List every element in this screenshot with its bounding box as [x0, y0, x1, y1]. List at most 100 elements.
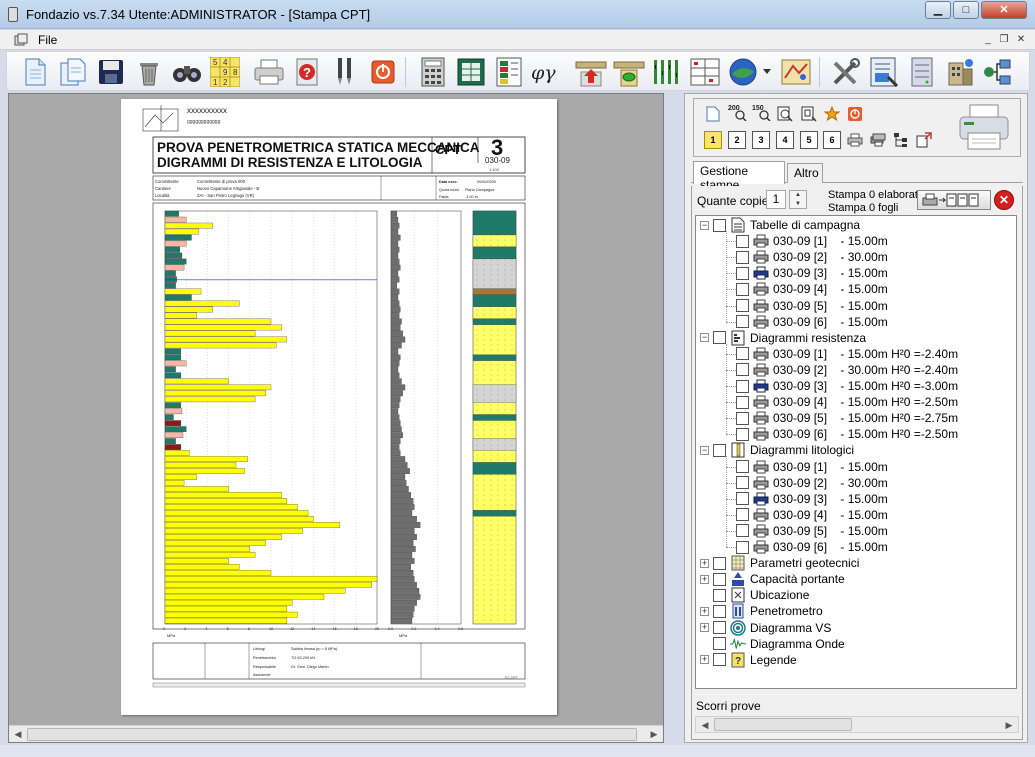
tree-checkbox[interactable]	[713, 331, 726, 345]
tree-checkbox[interactable]	[736, 315, 749, 329]
expand-icon[interactable]: +	[700, 574, 709, 584]
tree-checkbox[interactable]	[736, 234, 749, 248]
tree-item[interactable]: 030-09 [3] - 15.00m	[736, 265, 888, 281]
collapse-icon[interactable]: −	[700, 445, 709, 455]
expand-icon[interactable]: +	[700, 623, 709, 632]
expand-icon[interactable]: +	[700, 558, 709, 568]
tree-group-legend[interactable]: +? Legende	[700, 652, 797, 668]
print-icon[interactable]	[846, 131, 864, 149]
server-icon[interactable]	[905, 55, 939, 89]
tree-item[interactable]: 030-09 [5] - 15.00m	[736, 298, 888, 314]
tree-group-page-table[interactable]: − Tabelle di campagna	[700, 217, 860, 233]
stratigraphy-icon[interactable]	[492, 55, 526, 89]
tree-item[interactable]: 030-09 [5] - 15.00m	[736, 523, 888, 539]
page-icon[interactable]	[704, 105, 722, 123]
trash-icon[interactable]	[132, 55, 166, 89]
chevron-down-icon[interactable]	[759, 55, 775, 89]
tree-group-wave-diagram[interactable]: +Diagramma Onde	[700, 636, 845, 652]
tree-checkbox[interactable]	[713, 588, 726, 602]
tree-checkbox[interactable]	[736, 282, 749, 296]
tree-structure-icon[interactable]	[892, 131, 910, 149]
building-icon[interactable]	[943, 55, 977, 89]
tree-item[interactable]: 030-09 [1] - 15.00m	[736, 459, 888, 475]
preview-horizontal-scrollbar[interactable]: ◀ ▶	[9, 725, 663, 742]
tree-checkbox[interactable]	[736, 250, 749, 264]
tree-group-resistance-chart[interactable]: − Diagrammi resistenza	[700, 330, 866, 346]
tree-group-bearing-capacity[interactable]: + Capacità portante	[700, 571, 845, 587]
scroll-left-arrow[interactable]: ◀	[10, 727, 26, 742]
spin-down-icon[interactable]: ▼	[790, 200, 806, 209]
menu-file[interactable]: File	[38, 33, 57, 47]
export-page-icon[interactable]	[915, 131, 933, 149]
zoom-page-icon[interactable]	[800, 105, 818, 123]
zoom-200-icon[interactable]: 200	[728, 103, 748, 121]
tree-item[interactable]: 030-09 [5] - 15.00m H²0 =-2.75m	[736, 410, 958, 426]
tree-item[interactable]: 030-09 [4] - 15.00m H²0 =-2.50m	[736, 394, 958, 410]
tree-checkbox[interactable]	[736, 460, 749, 473]
tree-checkbox[interactable]	[736, 524, 749, 538]
tree-item[interactable]: 030-09 [2] - 30.00m	[736, 249, 888, 265]
tree-item[interactable]: 030-09 [4] - 15.00m	[736, 281, 888, 297]
big-printer-icon[interactable]	[958, 103, 1010, 151]
tree-checkbox[interactable]	[713, 604, 726, 618]
map-icon[interactable]	[779, 55, 813, 89]
page-2-icon[interactable]: 2	[728, 131, 746, 149]
new-page-icon[interactable]	[18, 55, 52, 89]
tab-altro[interactable]: Altro	[787, 163, 823, 183]
phi-gamma-icon[interactable]: φγ	[530, 55, 564, 89]
maximize-button[interactable]: □	[953, 1, 979, 19]
page-3-icon[interactable]: 3	[752, 131, 770, 149]
tree-checkbox[interactable]	[736, 540, 749, 554]
mdi-restore-button[interactable]: ❐	[996, 33, 1012, 47]
print-selected-button[interactable]	[917, 190, 991, 210]
penetrometer-green-icon[interactable]	[612, 55, 646, 89]
tree-group-penetrometer[interactable]: + Penetrometro	[700, 603, 823, 619]
tree-item[interactable]: 030-09 [6] - 15.00m	[736, 314, 888, 330]
tree-item[interactable]: 030-09 [6] - 15.00m	[736, 539, 888, 555]
scorri-right-arrow[interactable]: ▶	[1001, 718, 1017, 732]
report-icon[interactable]	[867, 55, 901, 89]
tree-checkbox[interactable]	[736, 508, 749, 522]
power-icon[interactable]	[846, 105, 864, 123]
expand-icon[interactable]: +	[700, 655, 709, 665]
tree-checkbox[interactable]	[713, 637, 726, 651]
tree-item[interactable]: 030-09 [1] - 15.00m H²0 =-2.40m	[736, 346, 958, 362]
network-icon[interactable]	[981, 55, 1015, 89]
copies-spinner[interactable]: ▲ ▼	[789, 190, 807, 209]
tree-checkbox[interactable]	[736, 411, 749, 425]
tree-item[interactable]: 030-09 [6] - 15.00m H²0 =-2.50m	[736, 426, 958, 442]
copies-input[interactable]: 1	[766, 190, 786, 209]
mdi-minimize-button[interactable]: _	[980, 33, 996, 47]
tree-checkbox[interactable]	[736, 266, 749, 280]
copy-pages-icon[interactable]	[56, 55, 90, 89]
grass-layers-icon[interactable]	[650, 55, 684, 89]
tree-group-location[interactable]: +Ubicazione	[700, 587, 809, 603]
tree-checkbox[interactable]	[713, 621, 726, 634]
help-question-icon[interactable]: ?	[290, 55, 324, 89]
tree-checkbox[interactable]	[736, 299, 749, 312]
tree-checkbox[interactable]	[736, 347, 749, 361]
minimize-button[interactable]: ▁	[925, 1, 951, 19]
cancel-print-button[interactable]: ✕	[994, 190, 1014, 210]
collapse-icon[interactable]: −	[700, 220, 709, 230]
scorri-prove-scrollbar[interactable]: ◀ ▶	[695, 716, 1019, 733]
tools-icon[interactable]	[829, 55, 863, 89]
globe-dropdown-icon[interactable]	[726, 55, 760, 89]
tree-checkbox[interactable]	[736, 427, 749, 441]
scorri-thumb[interactable]	[714, 718, 852, 731]
spin-up-icon[interactable]: ▲	[790, 191, 806, 200]
tree-checkbox[interactable]	[713, 572, 726, 586]
zoom-fit-icon[interactable]	[776, 105, 794, 123]
penetrometer-red-icon[interactable]	[574, 55, 608, 89]
tree-group-geotech-params[interactable]: + Parametri geotecnici	[700, 555, 859, 571]
binoculars-icon[interactable]	[170, 55, 204, 89]
power-button-icon[interactable]	[366, 55, 400, 89]
tree-item[interactable]: 030-09 [2] - 30.00m	[736, 475, 888, 491]
tree-checkbox[interactable]	[736, 476, 749, 490]
tree-group-lithology-chart[interactable]: − Diagrammi litologici	[700, 442, 854, 458]
page-5-icon[interactable]: 5	[800, 131, 818, 149]
tree-checkbox[interactable]	[713, 443, 726, 457]
scrollbar-thumb[interactable]	[27, 728, 637, 741]
probe-tool-icon[interactable]	[328, 55, 362, 89]
tree-checkbox[interactable]	[736, 492, 749, 506]
